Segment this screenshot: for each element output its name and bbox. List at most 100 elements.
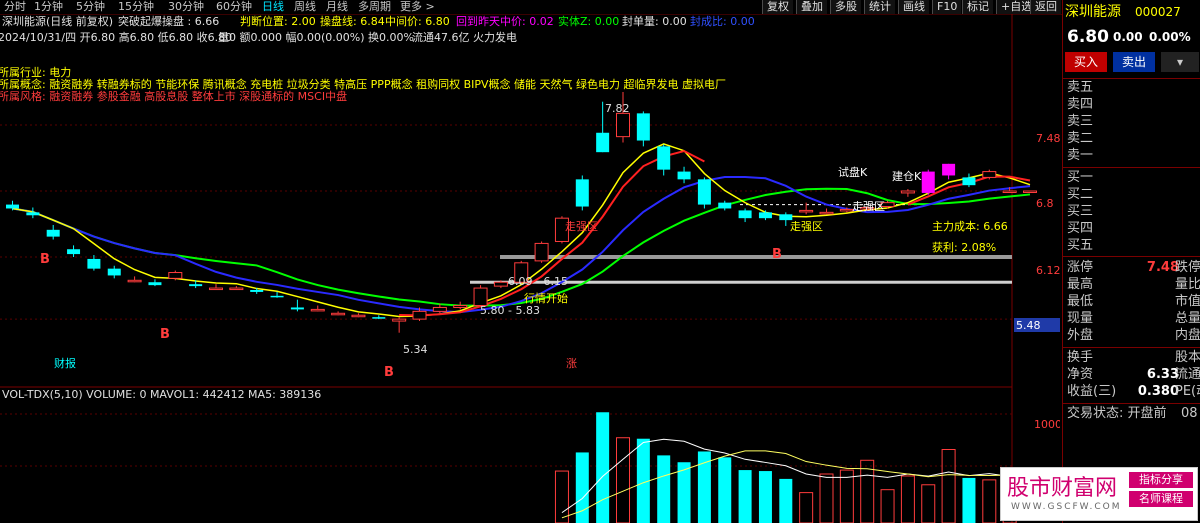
bid-5-row[interactable]: 买五 bbox=[1063, 237, 1200, 254]
tab-5min[interactable]: 5分钟 bbox=[76, 0, 105, 14]
stat-totalvol-label: 总量 bbox=[1175, 311, 1200, 326]
support-band-2 bbox=[500, 255, 1012, 259]
tab-15min[interactable]: 15分钟 bbox=[118, 0, 154, 14]
mark-button[interactable]: 标记 bbox=[962, 0, 993, 14]
volume-bar bbox=[962, 477, 976, 523]
stock-name: 深圳能源 bbox=[1065, 4, 1121, 20]
trade-status-tail: 08 bbox=[1181, 406, 1198, 421]
kline-chart[interactable]: 深圳能源(日线 前复权) 突破起爆操盘 : 6.66 判断位置: 2.00 操盘… bbox=[0, 14, 1060, 523]
zhang-label: 涨 bbox=[566, 357, 577, 370]
y-tick-748: 7.48 bbox=[1036, 132, 1060, 145]
high-label: 7.82 bbox=[605, 102, 630, 115]
tab-multi-period[interactable]: 多周期 bbox=[358, 0, 391, 14]
candle-body bbox=[900, 190, 915, 194]
stat-low-label: 最低 bbox=[1067, 294, 1094, 309]
more-trade-button[interactable]: ▾ bbox=[1161, 52, 1199, 72]
tab-1min[interactable]: 1分钟 bbox=[34, 0, 63, 14]
volume-bar bbox=[657, 455, 671, 523]
vol-ma5-line bbox=[561, 438, 1031, 514]
tab-fenshi[interactable]: 分时 bbox=[4, 0, 26, 14]
strong-zone-label-3: 走强区 bbox=[852, 200, 885, 213]
back-button[interactable]: 返回 bbox=[1030, 0, 1061, 14]
bid-2-row[interactable]: 买二 bbox=[1063, 186, 1200, 203]
candle-body bbox=[962, 177, 976, 186]
buy-button[interactable]: 买入 bbox=[1065, 52, 1107, 72]
f10-button[interactable]: F10 bbox=[932, 0, 962, 14]
candle-body bbox=[412, 310, 427, 320]
volume-bar bbox=[616, 437, 630, 523]
bid-1-row[interactable]: 买一 bbox=[1063, 169, 1200, 186]
tab-daily[interactable]: 日线 bbox=[262, 0, 284, 14]
concept-text: 所属概念: 融资融券 转融券标的 节能环保 腾讯概念 充电桩 垃圾分类 特高压 … bbox=[0, 77, 726, 91]
bid-4-row[interactable]: 买四 bbox=[1063, 220, 1200, 237]
fuquan-button[interactable]: 复权 bbox=[762, 0, 793, 14]
candle-body bbox=[372, 317, 386, 319]
candle-body bbox=[26, 212, 40, 216]
candle-body bbox=[493, 281, 508, 287]
more-icon: ▾ bbox=[1176, 55, 1184, 69]
candle-body bbox=[677, 171, 691, 180]
stock-title: 深圳能源(日线 前复权) bbox=[2, 14, 113, 28]
stat-turnover: 换手 股本 bbox=[1063, 349, 1200, 366]
candle-body bbox=[575, 179, 589, 207]
trade-status-row: 交易状态: 开盘前 08 bbox=[1063, 405, 1200, 422]
candle-body bbox=[982, 171, 997, 178]
ma-yellow-line bbox=[12, 143, 1031, 318]
stat-inner-label: 内盘 bbox=[1175, 328, 1200, 343]
sell-button[interactable]: 卖出 bbox=[1113, 52, 1155, 72]
tab-weekly[interactable]: 周线 bbox=[294, 0, 316, 14]
price-change: 0.00 bbox=[1113, 30, 1143, 44]
seal-value: 封单量: 0.00 bbox=[622, 14, 687, 28]
ask-3-row[interactable]: 卖三 bbox=[1063, 113, 1200, 130]
ask-4-row[interactable]: 卖四 bbox=[1063, 96, 1200, 113]
candle-body bbox=[534, 242, 549, 262]
volume-bar bbox=[697, 451, 711, 523]
logo-main-text: 股市财富网 bbox=[1007, 476, 1118, 501]
stat-netasset: 净资 6.33 流通 bbox=[1063, 366, 1200, 383]
stat-high-label: 最高 bbox=[1067, 277, 1094, 292]
bid-1-label: 买一 bbox=[1067, 170, 1094, 185]
draw-line-button[interactable]: 画线 bbox=[898, 0, 929, 14]
bid-2-label: 买二 bbox=[1067, 187, 1094, 202]
op-line-value: 操盘线: 6.84 bbox=[320, 14, 385, 28]
tab-30min[interactable]: 30分钟 bbox=[168, 0, 204, 14]
judge-position: 判断位置: 2.00 bbox=[240, 14, 316, 28]
statistics-button[interactable]: 统计 bbox=[864, 0, 895, 14]
y-tick-548: 5.48 bbox=[1016, 319, 1041, 332]
ask-2-row[interactable]: 卖二 bbox=[1063, 130, 1200, 147]
volume-header: VOL-TDX(5,10) VOLUME: 0 MAVOL1: 442412 M… bbox=[2, 388, 321, 401]
tab-monthly[interactable]: 月线 bbox=[326, 0, 348, 14]
tab-more[interactable]: 更多 > bbox=[400, 0, 435, 14]
yesterday-mid-value: 回到昨天中价: 0.02 bbox=[456, 15, 554, 28]
candle-body bbox=[473, 287, 488, 307]
build-k-label: 建仓K bbox=[892, 169, 922, 183]
overlay-button[interactable]: 叠加 bbox=[796, 0, 827, 14]
vol-ma10-line bbox=[561, 450, 1031, 519]
stat-float-label: 流通 bbox=[1175, 367, 1200, 382]
ask-5-row[interactable]: 卖五 bbox=[1063, 79, 1200, 96]
candle-body bbox=[229, 287, 244, 291]
bid-3-row[interactable]: 买三 bbox=[1063, 203, 1200, 220]
y-tick-680: 6.8 bbox=[1036, 197, 1054, 210]
quote-panel: 深圳能源 000027 6.80 0.00 0.00% 买入 卖出 ▾ 卖五 卖… bbox=[1062, 0, 1200, 523]
tab-60min[interactable]: 60分钟 bbox=[216, 0, 252, 14]
main-cost-label: 主力成本: 6.66 bbox=[932, 219, 1008, 233]
volume-bar bbox=[921, 484, 936, 523]
volume-bar bbox=[596, 412, 610, 523]
entity-value: 实体Z: 0.00 bbox=[558, 14, 619, 28]
multi-stock-button[interactable]: 多股 bbox=[830, 0, 861, 14]
stat-high: 最高 量比 bbox=[1063, 276, 1200, 293]
ask-1-row[interactable]: 卖一 bbox=[1063, 147, 1200, 164]
stat-mktcap-label: 市值 bbox=[1175, 294, 1200, 309]
candle-body bbox=[432, 306, 447, 312]
stat-shares-label: 股本 bbox=[1175, 350, 1200, 365]
mid-price-value: 中间价: 6.80 bbox=[385, 15, 450, 28]
stats-block: 涨停 7.48 跌停 最高 量比 最低 市值 现量 总量 外盘 内盘 换手 股本 净资 6.33… bbox=[1063, 256, 1200, 437]
candle-body bbox=[636, 113, 650, 141]
profit-label: 获利: 2.08% bbox=[932, 241, 996, 254]
ask-2-label: 卖二 bbox=[1067, 131, 1094, 146]
strong-zone-label-1: 走强区 bbox=[565, 220, 598, 233]
b-signal-1: B bbox=[40, 252, 50, 267]
stats-divider bbox=[1063, 347, 1200, 348]
stat-outer-label: 外盘 bbox=[1067, 328, 1094, 343]
